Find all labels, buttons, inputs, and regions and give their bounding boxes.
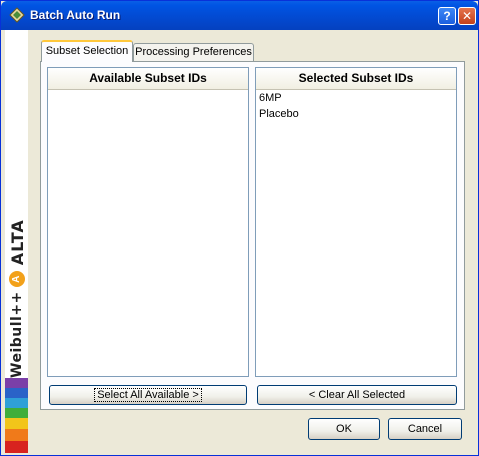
- brand-weibull-text: Weibull++: [9, 291, 25, 378]
- select-all-label: Select All Available >: [94, 388, 202, 402]
- subset-selection-panel: Available Subset IDs Selected Subset IDs…: [40, 61, 465, 410]
- selected-subsets-header: Selected Subset IDs: [256, 68, 456, 90]
- brand-alta-text: ALTA: [7, 219, 27, 266]
- tab-subset-selection[interactable]: Subset Selection: [41, 40, 133, 62]
- cancel-button[interactable]: Cancel: [388, 418, 462, 440]
- available-subsets-list[interactable]: Available Subset IDs: [47, 67, 249, 377]
- ok-button[interactable]: OK: [308, 418, 380, 440]
- brand-logo: W Weibull++ A ALTA: [6, 190, 28, 400]
- batch-auto-run-window: Batch Auto Run ? ✕ W Weibull++ A ALTA Su…: [0, 0, 479, 456]
- alta-logo-icon: A: [9, 271, 25, 288]
- tab-processing-preferences[interactable]: Processing Preferences: [133, 43, 254, 61]
- available-subsets-header: Available Subset IDs: [48, 68, 248, 90]
- help-button[interactable]: ?: [438, 7, 456, 25]
- app-diamond-icon: [9, 7, 25, 23]
- list-item[interactable]: 6MP: [256, 90, 456, 106]
- select-all-available-button[interactable]: Select All Available >: [49, 385, 247, 405]
- title-bar[interactable]: Batch Auto Run ? ✕: [1, 1, 478, 30]
- clear-all-selected-button[interactable]: < Clear All Selected: [257, 385, 457, 405]
- list-item[interactable]: Placebo: [256, 106, 456, 122]
- rainbow-stripes-graphic: [5, 378, 28, 453]
- close-button[interactable]: ✕: [458, 7, 476, 25]
- window-title: Batch Auto Run: [30, 8, 121, 22]
- brand-sidebar: W Weibull++ A ALTA: [5, 30, 28, 453]
- selected-subsets-list[interactable]: Selected Subset IDs 6MP Placebo: [255, 67, 457, 377]
